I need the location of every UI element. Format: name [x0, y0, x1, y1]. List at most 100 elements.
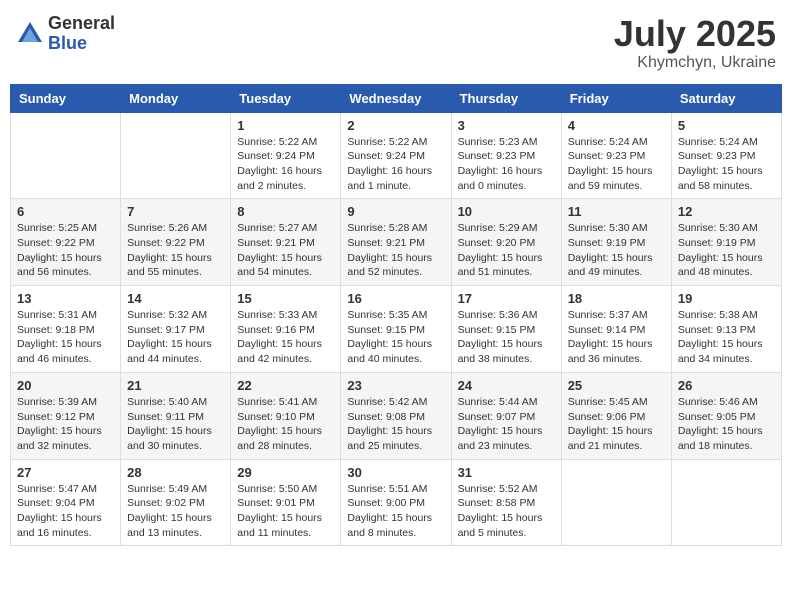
- weekday-header-row: SundayMondayTuesdayWednesdayThursdayFrid…: [11, 84, 782, 112]
- day-info: Sunrise: 5:37 AM Sunset: 9:14 PM Dayligh…: [568, 308, 665, 367]
- day-cell: 26Sunrise: 5:46 AM Sunset: 9:05 PM Dayli…: [671, 372, 781, 459]
- calendar-table: SundayMondayTuesdayWednesdayThursdayFrid…: [10, 84, 782, 547]
- week-row-1: 1 Sunrise: 5:22 AM Sunset: 9:24 PM Daylig…: [11, 112, 782, 199]
- weekday-header-friday: Friday: [561, 84, 671, 112]
- day-cell: 30 Sunrise: 5:51 AM Sunset: 9:00 PM Dayli…: [341, 459, 451, 546]
- day-info: Sunrise: 5:50 AM Sunset: 9:01 PM Dayligh…: [237, 482, 334, 541]
- weekday-header-wednesday: Wednesday: [341, 84, 451, 112]
- day-cell: 23 Sunrise: 5:42 AM Sunset: 9:08 PM Dayli…: [341, 372, 451, 459]
- day-cell: 9 Sunrise: 5:28 AM Sunset: 9:21 PM Daylig…: [341, 199, 451, 286]
- weekday-header-saturday: Saturday: [671, 84, 781, 112]
- day-info: Sunrise: 5:27 AM Sunset: 9:21 PM Dayligh…: [237, 221, 334, 280]
- day-info: Sunrise: 5:42 AM Sunset: 9:08 PM Dayligh…: [347, 395, 444, 454]
- week-row-2: 6 Sunrise: 5:25 AM Sunset: 9:22 PM Daylig…: [11, 199, 782, 286]
- day-info: Sunrise: 5:51 AM Sunset: 9:00 PM Dayligh…: [347, 482, 444, 541]
- week-row-3: 13 Sunrise: 5:31 AM Sunset: 9:18 PM Dayli…: [11, 286, 782, 373]
- day-info: Sunrise: 5:40 AM Sunset: 9:11 PM Dayligh…: [127, 395, 224, 454]
- day-info: Sunrise: 5:33 AM Sunset: 9:16 PM Dayligh…: [237, 308, 334, 367]
- day-cell: 2Sunrise: 5:22 AM Sunset: 9:24 PM Daylig…: [341, 112, 451, 199]
- week-row-4: 20 Sunrise: 5:39 AM Sunset: 9:12 PM Dayli…: [11, 372, 782, 459]
- day-number: 10: [458, 204, 555, 219]
- weekday-header-monday: Monday: [121, 84, 231, 112]
- day-info: Sunrise: 5:36 AM Sunset: 9:15 PM Dayligh…: [458, 308, 555, 367]
- day-info: Sunrise: 5:47 AM Sunset: 9:04 PM Dayligh…: [17, 482, 114, 541]
- day-info: Sunrise: 5:45 AM Sunset: 9:06 PM Dayligh…: [568, 395, 665, 454]
- day-info: Sunrise: 5:30 AM Sunset: 9:19 PM Dayligh…: [678, 221, 775, 280]
- day-number: 15: [237, 291, 334, 306]
- day-cell: 17 Sunrise: 5:36 AM Sunset: 9:15 PM Dayli…: [451, 286, 561, 373]
- day-cell: 21 Sunrise: 5:40 AM Sunset: 9:11 PM Dayli…: [121, 372, 231, 459]
- day-cell: 27Sunrise: 5:47 AM Sunset: 9:04 PM Dayli…: [11, 459, 121, 546]
- day-info: Sunrise: 5:52 AM Sunset: 8:58 PM Dayligh…: [458, 482, 555, 541]
- day-cell: 5 Sunrise: 5:24 AM Sunset: 9:23 PM Daylig…: [671, 112, 781, 199]
- day-info: Sunrise: 5:32 AM Sunset: 9:17 PM Dayligh…: [127, 308, 224, 367]
- day-cell: [121, 112, 231, 199]
- day-info: Sunrise: 5:28 AM Sunset: 9:21 PM Dayligh…: [347, 221, 444, 280]
- day-number: 19: [678, 291, 775, 306]
- day-number: 17: [458, 291, 555, 306]
- day-number: 3: [458, 118, 555, 133]
- day-number: 9: [347, 204, 444, 219]
- day-cell: 18 Sunrise: 5:37 AM Sunset: 9:14 PM Dayli…: [561, 286, 671, 373]
- day-info: Sunrise: 5:30 AM Sunset: 9:19 PM Dayligh…: [568, 221, 665, 280]
- day-number: 28: [127, 465, 224, 480]
- day-cell: 22 Sunrise: 5:41 AM Sunset: 9:10 PM Dayli…: [231, 372, 341, 459]
- day-number: 21: [127, 378, 224, 393]
- day-cell: [11, 112, 121, 199]
- day-info: Sunrise: 5:49 AM Sunset: 9:02 PM Dayligh…: [127, 482, 224, 541]
- day-number: 30: [347, 465, 444, 480]
- day-cell: 6 Sunrise: 5:25 AM Sunset: 9:22 PM Daylig…: [11, 199, 121, 286]
- day-number: 16: [347, 291, 444, 306]
- title-block: July 2025 Khymchyn, Ukraine: [614, 14, 776, 72]
- day-info: Sunrise: 5:22 AM Sunset: 9:24 PM Dayligh…: [347, 135, 444, 194]
- logo-icon: [16, 20, 44, 48]
- weekday-header-tuesday: Tuesday: [231, 84, 341, 112]
- day-cell: 31 Sunrise: 5:52 AM Sunset: 8:58 PM Dayli…: [451, 459, 561, 546]
- day-cell: 10 Sunrise: 5:29 AM Sunset: 9:20 PM Dayli…: [451, 199, 561, 286]
- day-cell: 25 Sunrise: 5:45 AM Sunset: 9:06 PM Dayli…: [561, 372, 671, 459]
- day-cell: 13 Sunrise: 5:31 AM Sunset: 9:18 PM Dayli…: [11, 286, 121, 373]
- day-number: 12: [678, 204, 775, 219]
- day-number: 14: [127, 291, 224, 306]
- day-number: 26: [678, 378, 775, 393]
- day-number: 18: [568, 291, 665, 306]
- page-header: General Blue July 2025 Khymchyn, Ukraine: [10, 10, 782, 76]
- day-number: 23: [347, 378, 444, 393]
- logo-general-text: General: [48, 14, 115, 34]
- day-info: Sunrise: 5:25 AM Sunset: 9:22 PM Dayligh…: [17, 221, 114, 280]
- day-info: Sunrise: 5:24 AM Sunset: 9:23 PM Dayligh…: [678, 135, 775, 194]
- day-info: Sunrise: 5:39 AM Sunset: 9:12 PM Dayligh…: [17, 395, 114, 454]
- logo-blue-text: Blue: [48, 34, 115, 54]
- day-info: Sunrise: 5:41 AM Sunset: 9:10 PM Dayligh…: [237, 395, 334, 454]
- logo: General Blue: [16, 14, 115, 54]
- weekday-header-thursday: Thursday: [451, 84, 561, 112]
- day-number: 6: [17, 204, 114, 219]
- day-number: 31: [458, 465, 555, 480]
- day-cell: 16Sunrise: 5:35 AM Sunset: 9:15 PM Dayli…: [341, 286, 451, 373]
- week-row-5: 27Sunrise: 5:47 AM Sunset: 9:04 PM Dayli…: [11, 459, 782, 546]
- day-number: 22: [237, 378, 334, 393]
- day-info: Sunrise: 5:29 AM Sunset: 9:20 PM Dayligh…: [458, 221, 555, 280]
- day-info: Sunrise: 5:22 AM Sunset: 9:24 PM Dayligh…: [237, 135, 334, 194]
- day-info: Sunrise: 5:23 AM Sunset: 9:23 PM Dayligh…: [458, 135, 555, 194]
- day-cell: 20 Sunrise: 5:39 AM Sunset: 9:12 PM Dayli…: [11, 372, 121, 459]
- day-number: 1: [237, 118, 334, 133]
- day-info: Sunrise: 5:24 AM Sunset: 9:23 PM Dayligh…: [568, 135, 665, 194]
- day-number: 11: [568, 204, 665, 219]
- day-number: 8: [237, 204, 334, 219]
- day-info: Sunrise: 5:26 AM Sunset: 9:22 PM Dayligh…: [127, 221, 224, 280]
- day-number: 25: [568, 378, 665, 393]
- day-cell: 19Sunrise: 5:38 AM Sunset: 9:13 PM Dayli…: [671, 286, 781, 373]
- day-info: Sunrise: 5:31 AM Sunset: 9:18 PM Dayligh…: [17, 308, 114, 367]
- day-cell: 15 Sunrise: 5:33 AM Sunset: 9:16 PM Dayli…: [231, 286, 341, 373]
- day-number: 7: [127, 204, 224, 219]
- day-info: Sunrise: 5:44 AM Sunset: 9:07 PM Dayligh…: [458, 395, 555, 454]
- day-number: 13: [17, 291, 114, 306]
- day-cell: 14 Sunrise: 5:32 AM Sunset: 9:17 PM Dayli…: [121, 286, 231, 373]
- day-cell: 28 Sunrise: 5:49 AM Sunset: 9:02 PM Dayli…: [121, 459, 231, 546]
- day-cell: 4Sunrise: 5:24 AM Sunset: 9:23 PM Daylig…: [561, 112, 671, 199]
- day-number: 20: [17, 378, 114, 393]
- day-cell: 24Sunrise: 5:44 AM Sunset: 9:07 PM Dayli…: [451, 372, 561, 459]
- day-cell: 29Sunrise: 5:50 AM Sunset: 9:01 PM Dayli…: [231, 459, 341, 546]
- day-number: 5: [678, 118, 775, 133]
